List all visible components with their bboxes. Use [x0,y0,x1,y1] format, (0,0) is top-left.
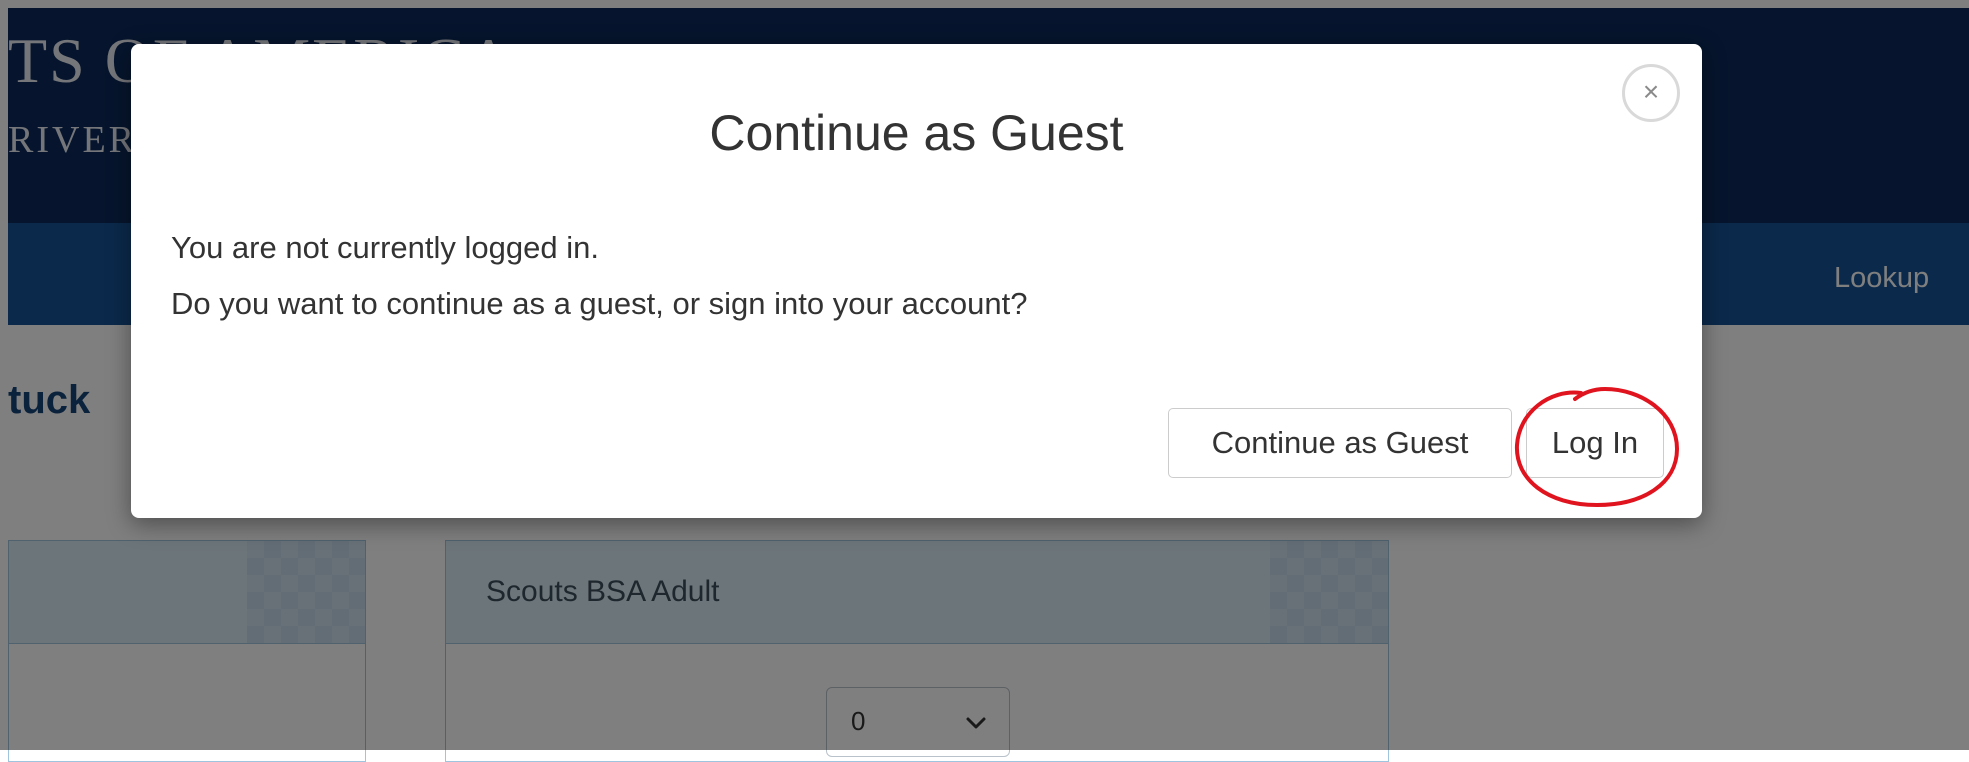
continue-as-guest-dialog: × Continue as Guest You are not currentl… [131,44,1702,518]
dialog-message-line-2: Do you want to continue as a guest, or s… [171,286,1028,321]
close-icon: × [1642,76,1660,107]
continue-as-guest-button[interactable]: Continue as Guest [1168,408,1512,478]
dialog-title: Continue as Guest [709,105,1124,161]
log-in-button[interactable]: Log In [1526,408,1664,478]
dialog-message-line-1: You are not currently logged in. [171,230,599,265]
